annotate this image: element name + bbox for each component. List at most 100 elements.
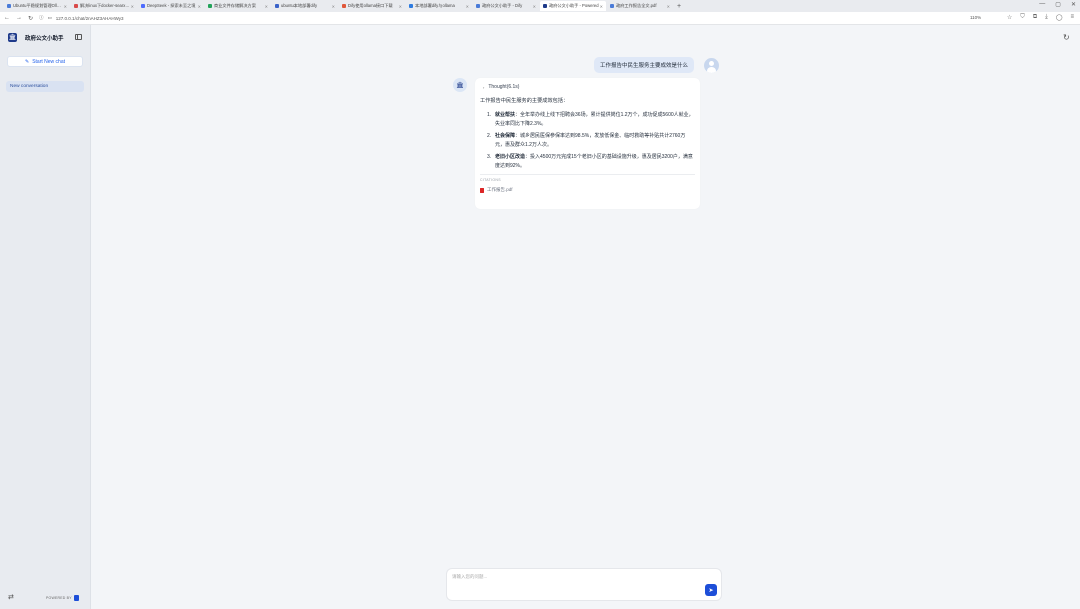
new-chat-label: Start New chat	[32, 58, 65, 65]
zoom-level[interactable]: 110%	[970, 15, 981, 20]
browser-tab-bar: Ubuntu平稳规划管理Ollama ✕ 解决linux下docker-searx…	[0, 0, 1080, 12]
item-text: ：城乡居民医保参保率达到98.5%，发放低保金、临时救助等补贴共计2760万元，…	[495, 133, 686, 148]
browser-toolbar: ← → ↻ ⓘ ▭ 127.0.0.1/chat/2nAHZ3AHAHWy3	[0, 12, 1080, 25]
item-body: 就业帮扶：全年举办线上线下招聘会36场，累计提供岗位1.2万个，成功促成5600…	[495, 111, 695, 128]
tab-list: Ubuntu平稳规划管理Ollama ✕ 解决linux下docker-searx…	[4, 1, 684, 11]
favicon-icon	[208, 4, 212, 8]
refresh-icon[interactable]: ↻	[1063, 33, 1070, 42]
dify-logo-icon	[73, 595, 79, 601]
citation-file[interactable]: 工作报告.pdf	[480, 187, 695, 193]
minimize-icon[interactable]: —	[1039, 1, 1045, 8]
answer-item: 2. 社会保障：城乡居民医保参保率达到98.5%，发放低保金、临时救助等补贴共计…	[487, 132, 695, 149]
item-body: 老旧小区改造：投入4500万元完成15个老旧小区的基础设施升级，惠及居民3200…	[495, 153, 695, 170]
browser-tab-active[interactable]: 政府公文小助手 - Powered ✕	[540, 1, 606, 11]
browser-tab[interactable]: 政府工作报告全文.pdf ✕	[607, 1, 673, 11]
user-message: 工作报告中民生服务主要成效是什么	[594, 57, 695, 73]
item-title: 就业帮扶	[495, 112, 516, 118]
sidebar-toggle-icon[interactable]	[75, 34, 82, 40]
citation-file-name: 工作报告.pdf	[487, 187, 513, 192]
chevron-right-icon: ›	[483, 84, 485, 90]
browser-tab[interactable]: ubuntu本地部署dify ✕	[272, 1, 338, 11]
edit-icon: ✎	[25, 58, 30, 65]
tab-label: 解决linux下docker-searxng	[80, 3, 130, 8]
switch-icon[interactable]: ⇄	[8, 593, 14, 601]
new-chat-button[interactable]: ✎ Start New chat	[7, 56, 83, 67]
close-icon[interactable]: ✕	[667, 4, 670, 9]
menu-icon[interactable]: ≡	[1070, 14, 1074, 21]
powered-by-label: POWERED BY	[46, 596, 72, 600]
answer-item: 1. 就业帮扶：全年举办线上线下招聘会36场，累计提供岗位1.2万个，成功促成5…	[487, 111, 695, 128]
item-title: 社会保障	[495, 133, 516, 139]
close-icon[interactable]: ✕	[533, 4, 536, 9]
favicon-icon	[543, 4, 547, 8]
chat-input[interactable]	[452, 574, 692, 586]
browser-tab[interactable]: 解决linux下docker-searxng ✕	[71, 1, 137, 11]
item-text: ：全年举办线上线下招聘会36场，累计提供岗位1.2万个，成功促成5600人就业，…	[495, 112, 694, 127]
tab-label: DeepSeek - 探索未至之境	[147, 3, 196, 8]
tab-label: 政府公文小助手 - Dify	[482, 3, 523, 8]
favicon-icon	[409, 4, 413, 8]
send-icon: ➤	[708, 587, 714, 594]
bot-avatar-icon: 🏛	[453, 78, 467, 92]
extensions-icon[interactable]: ⧉	[1033, 14, 1037, 21]
browser-tab[interactable]: Dify使用ollama接口下载 ✕	[339, 1, 405, 11]
favicon-icon	[141, 4, 145, 8]
answer-item: 3. 老旧小区改造：投入4500万元完成15个老旧小区的基础设施升级，惠及居民3…	[487, 153, 695, 170]
answer-intro: 工作报告中民生服务的主要成效包括：	[480, 98, 569, 104]
close-icon[interactable]: ✕	[198, 4, 201, 9]
close-icon[interactable]: ✕	[64, 4, 67, 9]
favicon-icon	[342, 4, 346, 8]
shield-icon[interactable]: ⛉	[1020, 14, 1025, 21]
account-icon[interactable]: ◯	[1056, 14, 1063, 21]
thought-label: Thought(6.1s)	[488, 84, 520, 90]
sidebar: 🏛 政府公文小助手 ✎ Start New chat New conversat…	[0, 25, 91, 609]
close-icon[interactable]: ✕	[600, 4, 603, 9]
item-number: 2.	[487, 133, 492, 139]
browser-tab[interactable]: 商业文件存储解决方案 ✕	[205, 1, 271, 11]
back-icon[interactable]: ←	[4, 15, 10, 22]
window-close-icon[interactable]: ✕	[1071, 1, 1076, 8]
favicon-icon	[74, 4, 78, 8]
browser-tab[interactable]: 政府公文小助手 - Dify ✕	[473, 1, 539, 11]
browser-tab[interactable]: DeepSeek - 探索未至之境 ✕	[138, 1, 204, 11]
new-tab-button[interactable]: +	[674, 3, 684, 10]
close-icon[interactable]: ✕	[265, 4, 268, 9]
citations-label: CITATIONS	[480, 178, 501, 182]
user-message-row: 工作报告中民生服务主要成效是什么	[594, 57, 720, 73]
item-body: 社会保障：城乡居民医保参保率达到98.5%，发放低保金、临时救助等补贴共计276…	[495, 132, 695, 149]
window-controls: — ▢ ✕	[1039, 1, 1076, 8]
bot-answer-card: › Thought(6.1s) 工作报告中民生服务的主要成效包括： 1. 就业帮…	[475, 78, 700, 209]
maximize-icon[interactable]: ▢	[1055, 1, 1061, 8]
close-icon[interactable]: ✕	[332, 4, 335, 9]
favicon-icon	[275, 4, 279, 8]
close-icon[interactable]: ✕	[466, 4, 469, 9]
browser-tab[interactable]: 本地部署dify与ollama ✕	[406, 1, 472, 11]
favicon-icon	[610, 4, 614, 8]
building-icon: 🏛	[8, 33, 17, 42]
user-avatar-icon	[704, 57, 720, 73]
item-number: 3.	[487, 154, 492, 160]
tab-label: 商业文件存储解决方案	[214, 3, 256, 8]
browser-tab[interactable]: Ubuntu平稳规划管理Ollama ✕	[4, 1, 70, 11]
pdf-file-icon	[480, 187, 484, 193]
chat-input-box	[446, 568, 722, 601]
bookmark-icon[interactable]: ☆	[1007, 14, 1012, 21]
address-bar[interactable]: ⓘ ▭ 127.0.0.1/chat/2nAHZ3AHAHWy3	[39, 14, 929, 23]
send-button[interactable]: ➤	[705, 584, 717, 596]
favicon-icon	[476, 4, 480, 8]
item-number: 1.	[487, 112, 492, 118]
citations-divider	[480, 174, 695, 175]
thought-toggle[interactable]: › Thought(6.1s)	[483, 83, 695, 91]
answer-list: 1. 就业帮扶：全年举办线上线下招聘会36场，累计提供岗位1.2万个，成功促成5…	[480, 111, 695, 170]
download-icon[interactable]: ⤓	[1045, 14, 1048, 21]
close-icon[interactable]: ✕	[131, 4, 134, 9]
tab-label: 政府工作报告全文.pdf	[616, 3, 657, 8]
url-text[interactable]: 127.0.0.1/chat/2nAHZ3AHAHWy3	[56, 16, 124, 21]
forward-icon[interactable]: →	[16, 15, 22, 22]
favicon-icon	[7, 4, 11, 8]
reload-icon[interactable]: ↻	[28, 15, 33, 22]
conversation-item[interactable]: New conversation	[6, 81, 84, 92]
site-info-icon[interactable]: ⓘ	[39, 15, 44, 21]
close-icon[interactable]: ✕	[399, 4, 402, 9]
powered-by: POWERED BY	[46, 595, 79, 601]
